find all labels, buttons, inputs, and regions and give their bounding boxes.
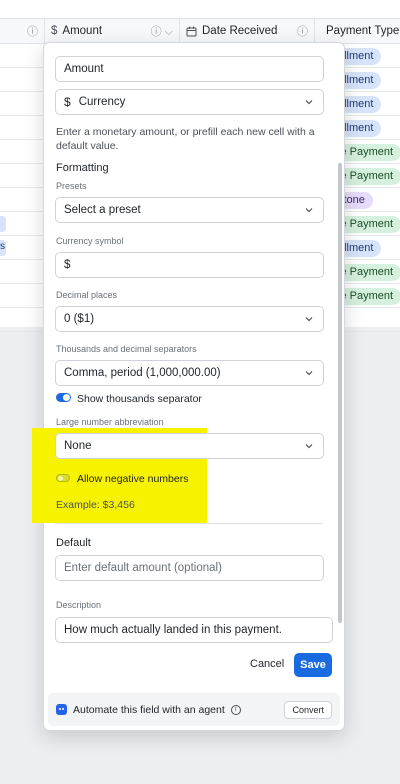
allow-negative-toggle[interactable] — [56, 474, 70, 482]
default-amount-input[interactable]: Enter default amount (optional) — [55, 555, 324, 581]
grid-header: ⓘ $ Amount ⓘ ⌵ Date Received ⓘ Payment T… — [0, 18, 400, 44]
separators-label: Thousands and decimal separators — [56, 344, 197, 354]
info-icon[interactable]: i — [230, 704, 241, 715]
presets-select[interactable]: Select a preset — [55, 197, 324, 223]
dollar-icon: $ — [64, 95, 71, 109]
agent-automation-label: Automate this field with an agent — [73, 703, 225, 716]
column-header-payment-type[interactable]: Payment Type — [315, 19, 400, 43]
presets-label: Presets — [56, 181, 87, 191]
chevron-down-icon — [305, 371, 313, 376]
column-info-icon[interactable]: ⓘ — [297, 23, 308, 39]
column-info-icon[interactable]: ⓘ — [27, 23, 38, 39]
show-thousands-toggle[interactable] — [56, 393, 71, 402]
popover-scrollbar[interactable] — [338, 163, 342, 623]
description-label: Description — [56, 600, 102, 610]
column-label: Payment Type — [326, 25, 400, 37]
column-header-partial[interactable]: ⓘ — [0, 19, 45, 43]
popover-scroll-area[interactable]: Amount $ Currency Enter a monetary amoun… — [44, 43, 346, 688]
calendar-icon — [186, 26, 197, 36]
save-button[interactable]: Save — [294, 653, 332, 677]
description-input[interactable]: How much actually landed in this payment… — [55, 617, 333, 643]
cell-chip-partial — [0, 216, 6, 232]
decimal-places-label: Decimal places — [56, 290, 118, 300]
column-info-icon[interactable]: ⓘ ⌵ — [151, 23, 173, 39]
cell-chip-text: s — [0, 241, 5, 252]
separators-value: Comma, period (1,000,000.00) — [64, 367, 221, 379]
default-heading: Default — [56, 537, 91, 549]
chevron-down-icon — [305, 317, 313, 322]
abbreviation-value: None — [64, 440, 92, 452]
formatting-heading: Formatting — [56, 162, 109, 174]
allow-negative-label: Allow negative numbers — [77, 473, 189, 485]
column-header-date-received[interactable]: Date Received ⓘ — [180, 19, 315, 43]
agent-icon — [56, 704, 67, 715]
currency-symbol-value: $ — [64, 259, 71, 271]
presets-value: Select a preset — [64, 204, 141, 216]
field-type-label: Currency — [78, 96, 126, 108]
chevron-down-icon — [305, 100, 313, 105]
section-divider — [55, 523, 323, 524]
default-amount-placeholder: Enter default amount (optional) — [64, 562, 222, 574]
chevron-down-icon — [305, 208, 313, 213]
column-header-amount[interactable]: $ Amount ⓘ ⌵ — [45, 19, 180, 43]
convert-button[interactable]: Convert — [284, 700, 332, 719]
show-thousands-label: Show thousands separator — [77, 393, 202, 405]
abbreviation-select[interactable]: None — [55, 433, 324, 459]
decimal-places-select[interactable]: 0 ($1) — [55, 306, 324, 332]
format-example: Example: $3,456 — [56, 499, 135, 511]
currency-symbol-label: Currency symbol — [56, 236, 124, 246]
field-type-select[interactable]: $ Currency — [55, 89, 324, 115]
cancel-button[interactable]: Cancel — [250, 658, 284, 670]
chevron-down-icon — [305, 444, 313, 449]
field-name-input[interactable]: Amount — [55, 56, 324, 82]
decimal-places-value: 0 ($1) — [64, 313, 95, 325]
cell-chip-partial: s — [0, 240, 6, 256]
currency-symbol-input[interactable]: $ — [55, 252, 324, 278]
field-type-help: Enter a monetary amount, or prefill each… — [56, 126, 315, 152]
column-label: Amount — [62, 25, 103, 37]
field-name-value: Amount — [64, 63, 104, 75]
abbreviation-label: Large number abbreviation — [56, 417, 164, 427]
column-label: Date Received — [202, 25, 278, 37]
separators-select[interactable]: Comma, period (1,000,000.00) — [55, 360, 324, 386]
description-value: How much actually landed in this payment… — [64, 624, 282, 636]
dollar-icon: $ — [51, 25, 58, 37]
agent-automation-footer: Automate this field with an agent i Conv… — [48, 693, 340, 726]
